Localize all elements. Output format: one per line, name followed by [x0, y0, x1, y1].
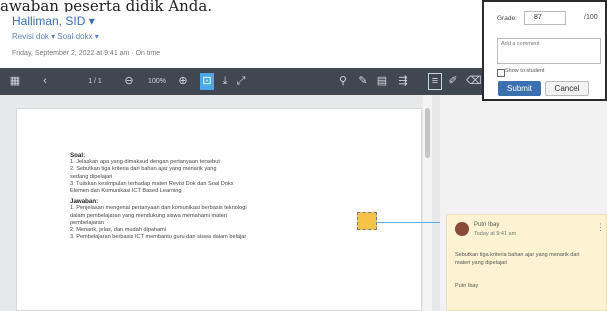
comment-author: Putri Ibay [474, 222, 500, 228]
document-text: Soal: 1. Jelaskan apa yang dimaksud deng… [70, 152, 370, 241]
grade-max: /100 [584, 14, 598, 21]
breadcrumb: Revisi dok ▾ Soal dokx ▾ [12, 32, 99, 41]
show-to-student-label: Show to student [505, 68, 545, 74]
highlight-icon[interactable]: ✎ [358, 73, 368, 90]
comment-timestamp: Today at 9:41 am [474, 231, 517, 237]
grade-comment-input[interactable]: Add a comment [497, 38, 601, 64]
zoom-out-icon[interactable]: ⊖ [124, 73, 134, 90]
draw-icon[interactable]: ✐ [448, 73, 458, 90]
student-name-label: Halliman, SID [12, 14, 86, 28]
annotation-connector [376, 222, 446, 223]
question-item: sedang dipelajari [70, 173, 113, 180]
submit-button[interactable]: Submit [498, 81, 541, 96]
breadcrumb-item-file[interactable]: Soal dokx [57, 32, 92, 41]
answer-item: pembelajaran [70, 219, 104, 226]
chevron-left-icon[interactable]: ‹ [40, 73, 50, 90]
grade-input[interactable]: 87 [524, 11, 566, 25]
text-box-icon[interactable]: ▤ [376, 73, 388, 90]
submission-date: Friday, September 2, 2022 at 9:41 am · O… [12, 50, 161, 57]
student-name[interactable]: Halliman, SID ▾ [12, 14, 95, 28]
chevron-down-icon: ▾ [88, 14, 95, 28]
question-item: 3. Tuliskan kesimpulan terhadap materi R… [70, 180, 234, 187]
chevron-down-icon: ▾ [51, 32, 56, 41]
show-to-student-checkbox[interactable] [497, 69, 505, 77]
answer-item: 2. Menarik, jelas, dan mudah dipahami [70, 227, 167, 234]
strikeout-icon[interactable]: ⇶ [398, 73, 408, 90]
avatar [455, 222, 469, 236]
page-indicator: 1 / 1 [88, 78, 102, 85]
fullscreen-icon[interactable]: ⤢ [236, 73, 246, 90]
eraser-icon[interactable]: ⌫ [466, 73, 482, 90]
breadcrumb-item-assignment[interactable]: Revisi dok [12, 32, 49, 41]
instruction-text: awaban peserta didik Anda. [0, 0, 470, 12]
point-annotation-marker[interactable] [357, 212, 377, 230]
comment-reply-author: Putri Ibay [455, 283, 479, 289]
pin-icon[interactable]: ⚲ [338, 73, 348, 90]
question-item: 1. Jelaskan apa yang dimaksud dengan per… [70, 159, 220, 166]
annotation-toolbar: ▦ ‹ 1 / 1 ⊖ 100% ⊕ ⊡ ⤓ ⤢ ⚲ ✎ ▤ ⇶ ≡ ✐ ⌫ [0, 68, 520, 95]
question-item: Elemen dan Komunikasi ICT Based Learning [70, 188, 182, 195]
question-item: 2. Sebutkan tiga kriteria dari bahan aja… [70, 166, 217, 173]
section-heading: Soal: [70, 152, 86, 159]
answer-item: 1. Penjelasan mengenai pertanyaan dan ko… [70, 205, 247, 212]
scrollbar-thumb[interactable] [425, 108, 430, 158]
answer-item: dalam pembelajaran yang mendukung siswa … [70, 212, 228, 219]
grade-label: Grade: [497, 15, 517, 22]
comment-body: Sebutkan tiga kriteria bahan ajar yang m… [455, 252, 580, 266]
download-icon[interactable]: ⤓ [220, 73, 230, 90]
fit-page-icon[interactable]: ⊡ [200, 73, 214, 90]
zoom-level[interactable]: 100% [144, 73, 170, 90]
answer-item: 3. Pembelajaran berbasis ICT membantu gu… [70, 234, 247, 241]
more-options-icon[interactable]: ⋮ [596, 222, 605, 233]
comment-icon[interactable]: ≡ [428, 73, 442, 90]
grid-icon[interactable]: ▦ [9, 73, 21, 90]
chevron-down-icon: ▾ [94, 32, 99, 41]
cancel-button[interactable]: Cancel [545, 81, 589, 96]
zoom-in-icon[interactable]: ⊕ [178, 73, 188, 90]
section-heading: Jawaban: [70, 198, 99, 206]
